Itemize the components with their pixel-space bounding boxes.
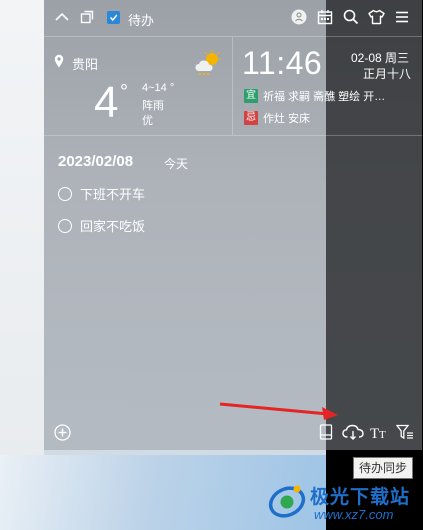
temperature-range: 4~14 ° bbox=[142, 82, 175, 94]
todo-title[interactable]: 待办 bbox=[128, 10, 154, 29]
current-temperature: 4 bbox=[94, 78, 119, 127]
todo-item[interactable]: 下班不开车 bbox=[58, 184, 145, 203]
site-watermark: 极光下载站 www.xz7.com bbox=[266, 478, 423, 530]
notes-icon[interactable] bbox=[316, 422, 336, 442]
bad-activities: 作灶 安床 bbox=[263, 113, 311, 125]
svg-text:T: T bbox=[379, 429, 386, 439]
bad-tag: 忌 bbox=[244, 111, 258, 125]
cloud-sync-icon[interactable] bbox=[341, 422, 365, 442]
user-icon[interactable] bbox=[290, 8, 308, 26]
font-size-icon[interactable]: TT bbox=[369, 422, 391, 442]
todo-item-text[interactable]: 下班不开车 bbox=[80, 184, 145, 203]
menu-icon[interactable] bbox=[393, 8, 411, 26]
clock-date: 02-08 周三 bbox=[351, 51, 410, 65]
weather-condition: 阵雨 bbox=[142, 100, 164, 112]
brand-logo-icon bbox=[268, 485, 306, 518]
todo-complete-circle-icon[interactable] bbox=[58, 186, 72, 201]
todo-item-text[interactable]: 回家不吃饭 bbox=[80, 216, 145, 235]
list-today-label: 今天 bbox=[164, 157, 189, 171]
window-icon[interactable] bbox=[78, 8, 96, 26]
good-tag: 宜 bbox=[244, 89, 258, 103]
skin-icon[interactable] bbox=[367, 8, 385, 26]
good-activities: 祈福 求嗣 斋醮 塑绘 开… bbox=[263, 91, 386, 103]
search-icon[interactable] bbox=[342, 8, 360, 26]
list-date: 2023/02/08 bbox=[58, 153, 134, 170]
pointer-arrow-icon bbox=[219, 402, 338, 420]
almanac-good: 宜 祈福 求嗣 斋醮 塑绘 开… bbox=[244, 88, 385, 104]
todo-complete-circle-icon[interactable] bbox=[58, 218, 72, 233]
add-todo-button[interactable] bbox=[52, 422, 72, 442]
lunar-date: 正月十八 bbox=[363, 67, 412, 81]
weather-panel[interactable]: 贵阳 4 ° 4~14 ° 阵雨 优 bbox=[44, 37, 233, 135]
todo-widget: 待办 贵阳 4 ° 4~14 ° 阵雨 优 11:46 02-08 周三 正月十… bbox=[44, 0, 422, 450]
widget-topbar: 待办 bbox=[44, 0, 422, 37]
brand-name: 极光下载站 bbox=[310, 487, 411, 508]
almanac-bad: 忌 作灶 安床 bbox=[244, 110, 310, 126]
sync-tooltip: 待办同步 bbox=[353, 457, 413, 479]
desktop-background-left bbox=[0, 0, 44, 455]
calendar-icon[interactable] bbox=[316, 8, 334, 26]
svg-text:T: T bbox=[370, 426, 379, 439]
brand-url: www.xz7.com bbox=[314, 507, 394, 522]
todo-checkbox-icon[interactable] bbox=[107, 11, 120, 24]
air-quality: 优 bbox=[142, 115, 153, 127]
clock-panel[interactable]: 11:46 02-08 周三 正月十八 宜 祈福 求嗣 斋醮 塑绘 开… 忌 作… bbox=[233, 37, 422, 135]
collapse-icon[interactable] bbox=[53, 8, 71, 26]
section-divider bbox=[44, 135, 422, 136]
city-name: 贵阳 bbox=[72, 57, 99, 72]
filter-icon[interactable] bbox=[395, 422, 415, 442]
cloudy-sun-icon bbox=[194, 49, 222, 82]
clock-time: 11:46 bbox=[242, 45, 323, 81]
temperature-degree: ° bbox=[120, 81, 128, 103]
todo-item[interactable]: 回家不吃饭 bbox=[58, 216, 145, 235]
location-pin-icon bbox=[54, 54, 64, 73]
